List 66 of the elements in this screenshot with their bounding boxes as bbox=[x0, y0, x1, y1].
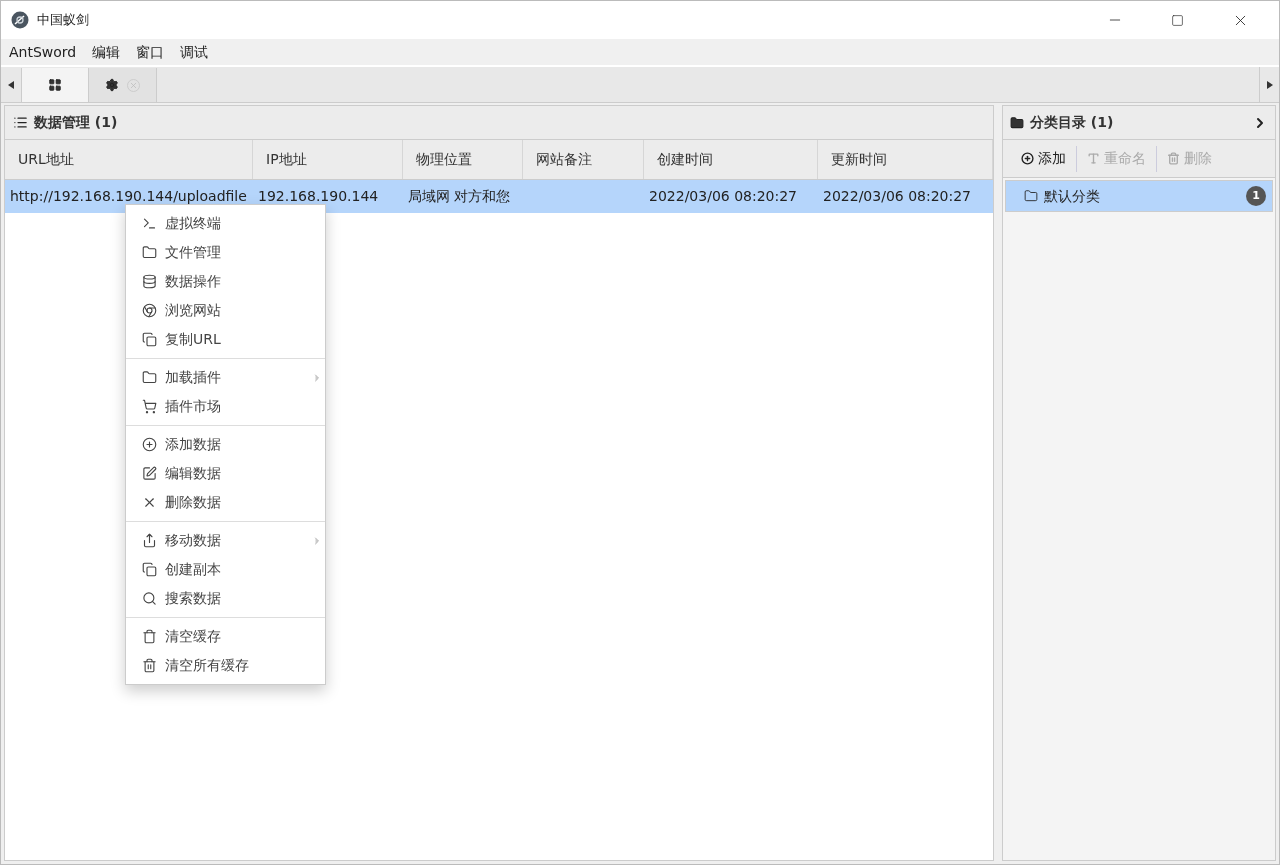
menu-item-icon bbox=[142, 216, 157, 231]
menu-item[interactable]: 移动数据 bbox=[126, 526, 325, 555]
menu-item[interactable]: 插件市场 bbox=[126, 392, 325, 421]
maximize-icon[interactable] bbox=[1171, 13, 1184, 27]
trash-icon bbox=[1167, 152, 1180, 165]
menu-item[interactable]: 文件管理 bbox=[126, 238, 325, 267]
menu-item[interactable]: 数据操作 bbox=[126, 267, 325, 296]
table-cell-text: 2022/03/06 08:20:27 bbox=[823, 187, 972, 206]
panel-title: 数据管理 (1) bbox=[34, 113, 118, 132]
table-cell-text: 2022/03/06 08:20:27 bbox=[649, 187, 798, 206]
plus-circle-icon bbox=[1021, 152, 1034, 165]
menu-item[interactable]: 添加数据 bbox=[126, 430, 325, 459]
list-icon bbox=[13, 115, 28, 130]
scroll-left-icon[interactable] bbox=[8, 80, 14, 89]
menu-item[interactable]: 搜索数据 bbox=[126, 584, 325, 613]
table-cell-text: http://192.168.190.144/uploadfile bbox=[10, 187, 247, 206]
table-row[interactable]: http://192.168.190.144/uploadfile 192.168.190.144 局域网 对方和您 2022/03/06 08:20:27 2022/03/06 08:20:27 bbox=[5, 180, 993, 213]
menu-item-icon bbox=[142, 274, 157, 289]
category-label: 默认分类 bbox=[1044, 186, 1100, 206]
menu-item-icon bbox=[142, 658, 157, 673]
table-cell-text: 192.168.190.144 bbox=[258, 187, 379, 206]
menu-item-icon bbox=[142, 332, 157, 347]
menu-item[interactable]: 加载插件 bbox=[126, 363, 325, 392]
menu-item[interactable]: 清空所有缓存 bbox=[126, 651, 325, 680]
grid-icon bbox=[48, 78, 62, 92]
menu-item-icon bbox=[142, 591, 157, 606]
menu-item[interactable]: 编辑 bbox=[92, 41, 121, 63]
menu-item-icon bbox=[142, 466, 157, 481]
column-header[interactable]: IP地址 bbox=[253, 140, 403, 179]
menu-item[interactable]: 编辑数据 bbox=[126, 459, 325, 488]
toolbar-button[interactable]: 添加 bbox=[1011, 145, 1076, 172]
menu-item[interactable]: 删除数据 bbox=[126, 488, 325, 517]
menu-item-icon bbox=[142, 629, 157, 644]
scroll-right-icon[interactable] bbox=[1266, 80, 1273, 89]
menu-item[interactable]: 创建副本 bbox=[126, 555, 325, 584]
window-title: 中国蚁剑 bbox=[37, 11, 89, 30]
menu-item-icon bbox=[142, 437, 157, 452]
menu-item-icon bbox=[142, 245, 157, 260]
menu-item[interactable]: 清空缓存 bbox=[126, 622, 325, 651]
menu-item-icon bbox=[142, 495, 157, 510]
menu-item-icon bbox=[142, 303, 157, 318]
menu-item[interactable]: 调试 bbox=[180, 41, 209, 63]
menu-item[interactable]: 窗口 bbox=[136, 41, 165, 63]
letter-icon bbox=[1087, 152, 1100, 165]
menu-item-icon bbox=[142, 399, 157, 414]
column-header[interactable]: URL地址 bbox=[5, 140, 253, 179]
column-header[interactable]: 更新时间 bbox=[818, 140, 993, 179]
column-header[interactable]: 创建时间 bbox=[644, 140, 818, 179]
gear-icon bbox=[105, 78, 119, 92]
column-header[interactable]: 网站备注 bbox=[523, 140, 644, 179]
folder-icon bbox=[1024, 189, 1038, 203]
table-cell-text: 局域网 对方和您 bbox=[408, 187, 511, 206]
menu-item[interactable]: 复制URL bbox=[126, 325, 325, 354]
app-logo-icon bbox=[11, 11, 29, 29]
count-badge: 1 bbox=[1246, 186, 1266, 206]
menu-item[interactable]: 浏览网站 bbox=[126, 296, 325, 325]
menu-item-icon bbox=[142, 533, 157, 548]
category-item[interactable]: 默认分类 1 bbox=[1005, 180, 1273, 212]
panel-title: 分类目录 (1) bbox=[1030, 113, 1114, 132]
tab[interactable] bbox=[89, 68, 157, 102]
folder-icon bbox=[1010, 115, 1024, 130]
menu-item[interactable]: AntSword bbox=[9, 41, 77, 63]
menu-item-icon bbox=[142, 370, 157, 385]
tab[interactable] bbox=[21, 68, 89, 102]
menu-item-icon bbox=[142, 562, 157, 577]
column-header[interactable]: 物理位置 bbox=[403, 140, 523, 179]
